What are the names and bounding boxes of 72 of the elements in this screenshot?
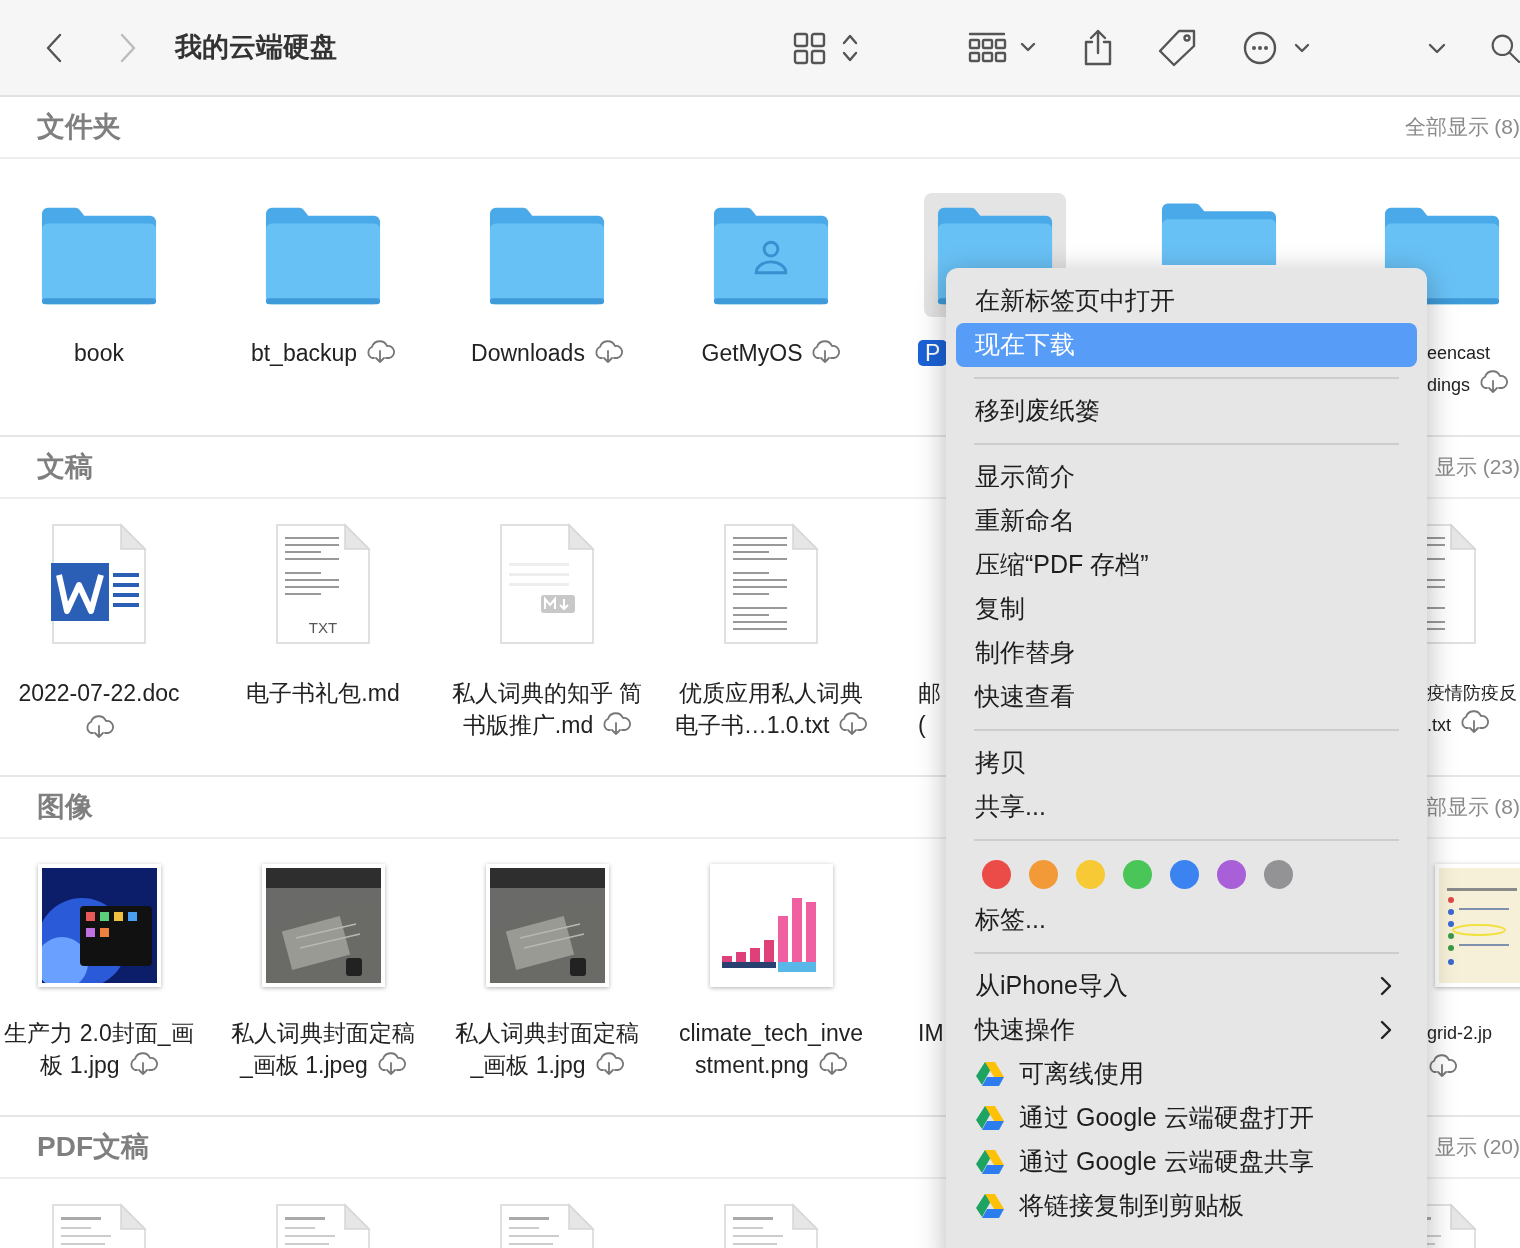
file-name[interactable]: .txt (1427, 715, 1451, 735)
chevron-right-icon (1379, 1019, 1393, 1041)
file-name[interactable]: dings (1427, 375, 1471, 395)
file-name[interactable]: _画板 1.jpeg (240, 1052, 368, 1078)
file-name[interactable]: 生产力 2.0封面_画 (4, 1020, 194, 1046)
search-icon[interactable] (1490, 32, 1520, 63)
section-title: 图像 (37, 790, 93, 824)
tag-color-dot[interactable] (982, 860, 1011, 889)
text-document-icon (273, 523, 373, 647)
file-name[interactable]: _画板 1.jpg (470, 1052, 586, 1078)
tag-icon[interactable] (1157, 28, 1197, 67)
text-document-icon (721, 523, 821, 647)
menu-item[interactable]: 通过 Google 云端硬盘打开 (956, 1096, 1417, 1140)
menu-item[interactable]: 从iPhone导入 (956, 964, 1417, 1008)
file-name[interactable]: P (918, 340, 948, 366)
drive-icon (975, 1193, 1005, 1219)
drive-icon (975, 1149, 1005, 1175)
file-name[interactable]: 私人词典封面定稿 (455, 1020, 639, 1046)
section-title: PDF文稿 (37, 1130, 149, 1164)
file-name[interactable]: 板 1.jpg (40, 1052, 120, 1078)
tag-color-dot[interactable] (1264, 860, 1293, 889)
menu-item[interactable]: 拷贝 (956, 741, 1417, 785)
menu-item[interactable]: 在新标签页中打开 (956, 279, 1417, 323)
section-title: 文件夹 (37, 110, 121, 144)
tag-color-dot[interactable] (1170, 860, 1199, 889)
menu-item[interactable]: 快速查看 (956, 675, 1417, 719)
file-name[interactable]: 私人词典的知乎 简 (451, 680, 643, 706)
file-name[interactable]: grid-2.jp (1427, 1023, 1493, 1043)
menu-item[interactable]: 快速操作 (956, 1008, 1417, 1052)
file-name[interactable]: 私人词典封面定稿 (231, 1020, 415, 1046)
file-name[interactable]: climate_tech_inve (678, 1020, 864, 1046)
file-name[interactable]: Downloads (471, 340, 585, 366)
section-title: 文稿 (37, 450, 93, 484)
file-name[interactable]: 邮 (918, 680, 941, 706)
menu-item[interactable]: 移到废纸篓 (956, 389, 1417, 433)
share-icon[interactable] (1082, 28, 1114, 67)
menu-item[interactable]: 压缩“PDF 存档” (956, 543, 1417, 587)
chevron-right-icon (1379, 975, 1393, 997)
file-name[interactable]: bt_backup (250, 340, 358, 366)
more-icon[interactable] (1243, 29, 1311, 66)
file-name[interactable]: eencast (1427, 343, 1491, 363)
file-name[interactable]: 优质应用私人词典 (679, 680, 863, 706)
file-name[interactable]: GetMyOS (701, 340, 803, 366)
back-icon[interactable] (44, 31, 64, 64)
menu-item[interactable]: 重新命名 (956, 499, 1417, 543)
file-name[interactable]: 疫情防疫反 (1427, 683, 1517, 703)
menu-item[interactable]: 通过 Google 云端硬盘共享 (956, 1140, 1417, 1184)
word-document-icon (49, 523, 149, 647)
file-name[interactable]: book (74, 340, 124, 366)
file-name[interactable]: ( (918, 712, 926, 738)
file-name[interactable]: 书版推广.md (462, 712, 594, 738)
menu-item[interactable]: 共享... (956, 785, 1417, 829)
tag-color-dot[interactable] (1029, 860, 1058, 889)
menu-item[interactable]: 可离线使用 (956, 1052, 1417, 1096)
tag-color-dot[interactable] (1217, 860, 1246, 889)
file-type-label: TXT (307, 617, 339, 638)
menu-item[interactable]: 复制 (956, 587, 1417, 631)
menu-item[interactable]: 将链接复制到剪贴板 (956, 1184, 1417, 1228)
menu-item[interactable]: 制作替身 (956, 631, 1417, 675)
tag-color-dot[interactable] (1123, 860, 1152, 889)
markdown-document-icon (497, 523, 597, 647)
drive-icon (975, 1105, 1005, 1131)
file-name[interactable]: 2022-07-22.doc (18, 680, 180, 706)
file-name[interactable]: 电子书…1.0.txt (674, 712, 830, 738)
file-name[interactable]: 电子书礼包.md (246, 680, 400, 706)
menu-item[interactable]: 标签... (956, 898, 1417, 942)
file-name[interactable]: stment.png (695, 1052, 809, 1078)
menu-item[interactable]: 显示简介 (956, 455, 1417, 499)
file-name[interactable]: IM (918, 1020, 944, 1046)
drive-icon (975, 1061, 1005, 1087)
window-title: 我的云端硬盘 (175, 31, 338, 65)
tag-color-dot[interactable] (1076, 860, 1105, 889)
